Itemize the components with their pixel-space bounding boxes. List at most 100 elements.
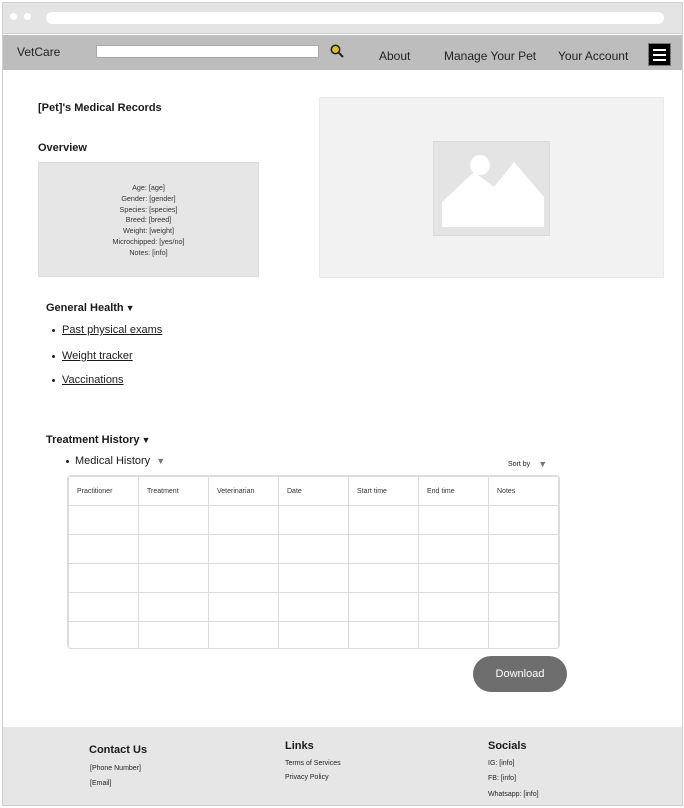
general-health-label: General Health [46, 302, 124, 314]
window-dot-icon [24, 13, 31, 20]
treatment-history-label: Treatment History [46, 434, 140, 446]
table-cell [68, 592, 139, 622]
general-health-heading[interactable]: General Health ▼ [46, 302, 135, 314]
window-dot-icon [10, 13, 17, 20]
table-cell [138, 592, 209, 622]
nav-link-manage-pet[interactable]: Manage Your Pet [444, 49, 536, 63]
table-cell [348, 563, 419, 593]
page-title: [Pet]'s Medical Records [38, 102, 162, 114]
column-header[interactable]: End time [418, 476, 489, 506]
medical-history-table: Practitioner Treatment Veterinarian Date… [67, 475, 560, 649]
table-cell [68, 563, 139, 593]
weight-tracker-link[interactable]: Weight tracker [62, 350, 133, 362]
table-cell [138, 621, 209, 648]
table-cell [208, 621, 279, 648]
table-cell [208, 592, 279, 622]
whatsapp-link[interactable]: Whatsapp: [info] [488, 791, 539, 798]
overview-gender: Gender: [gender] [121, 193, 176, 203]
table-cell [138, 505, 209, 535]
footer-email[interactable]: [Email] [90, 780, 111, 787]
triangle-down-icon: ▼ [125, 303, 135, 313]
column-header[interactable]: Start time [348, 476, 419, 506]
medical-history-label: Medical History [75, 455, 151, 467]
browser-window: VetCare About Manage Your Pet Your Accou… [2, 2, 683, 806]
table-cell [208, 534, 279, 564]
table-cell [278, 505, 349, 535]
facebook-link[interactable]: FB: [info] [488, 775, 516, 782]
overview-species: Species: [species] [119, 204, 178, 214]
medical-history-dropdown[interactable]: Medical History ▼ [66, 455, 165, 467]
image-placeholder-icon [433, 141, 550, 236]
table-cell [68, 621, 139, 648]
table-cell [348, 505, 419, 535]
table-cell [488, 621, 559, 648]
browser-chrome [3, 3, 682, 34]
table-cell [208, 505, 279, 535]
table-cell [278, 592, 349, 622]
table-cell [418, 505, 489, 535]
table-cell [138, 563, 209, 593]
nav-link-account[interactable]: Your Account [558, 49, 628, 63]
navbar: VetCare About Manage Your Pet Your Accou… [3, 35, 682, 70]
search-input[interactable] [96, 45, 319, 58]
table-row[interactable] [68, 621, 559, 648]
list-item: Weight tracker [52, 350, 133, 362]
footer-phone[interactable]: [Phone Number] [90, 765, 141, 772]
footer: Contact Us [Phone Number] [Email] Links … [3, 727, 682, 805]
past-physical-exams-link[interactable]: Past physical exams [62, 324, 162, 336]
pet-photo-panel [319, 97, 664, 278]
table-cell [348, 534, 419, 564]
table-cell [208, 563, 279, 593]
table-cell [348, 592, 419, 622]
nav-link-about[interactable]: About [379, 49, 410, 63]
table-row[interactable] [68, 534, 559, 564]
sort-by-dropdown[interactable]: Sort by ▼ [508, 459, 547, 469]
table-row[interactable] [68, 592, 559, 622]
triangle-down-icon: ▼ [156, 456, 166, 466]
table-cell [68, 534, 139, 564]
table-cell [488, 563, 559, 593]
table-cell [348, 621, 419, 648]
triangle-down-icon: ▼ [538, 459, 548, 469]
list-item: Past physical exams [52, 324, 162, 336]
column-header[interactable]: Date [278, 476, 349, 506]
overview-microchipped: Microchipped: [yes/no] [112, 236, 185, 246]
footer-links-heading: Links [285, 740, 314, 752]
terms-of-service-link[interactable]: Terms of Services [285, 760, 341, 767]
table-cell [68, 505, 139, 535]
table-cell [278, 563, 349, 593]
overview-card: Age: [age] Gender: [gender] Species: [sp… [38, 162, 259, 277]
table-cell [488, 534, 559, 564]
download-button[interactable]: Download [473, 656, 567, 692]
table-row[interactable] [68, 505, 559, 535]
table-header-row: Practitioner Treatment Veterinarian Date… [68, 476, 559, 506]
brand-logo[interactable]: VetCare [17, 45, 60, 59]
footer-socials-heading: Socials [488, 740, 527, 752]
treatment-history-heading[interactable]: Treatment History ▼ [46, 434, 150, 446]
menu-icon[interactable] [648, 43, 671, 66]
list-item: Vaccinations [52, 374, 124, 386]
footer-contact-heading: Contact Us [89, 744, 148, 756]
column-header[interactable]: Veterinarian [208, 476, 279, 506]
column-header[interactable]: Notes [488, 476, 559, 506]
search-icon[interactable] [329, 43, 345, 59]
column-header[interactable]: Practitioner [68, 476, 139, 506]
instagram-link[interactable]: IG: [info] [488, 760, 514, 767]
table-cell [138, 534, 209, 564]
address-bar[interactable] [46, 12, 664, 24]
overview-weight: Weight: [weight] [122, 226, 174, 236]
vaccinations-link[interactable]: Vaccinations [62, 374, 124, 386]
table-cell [278, 534, 349, 564]
overview-heading: Overview [38, 142, 87, 154]
table-cell [488, 592, 559, 622]
overview-notes: Notes: [info] [129, 247, 168, 257]
table-row[interactable] [68, 563, 559, 593]
triangle-down-icon: ▼ [141, 435, 151, 445]
table-cell [488, 505, 559, 535]
sort-by-label: Sort by [508, 461, 531, 468]
table-cell [278, 621, 349, 648]
overview-age: Age: [age] [132, 183, 165, 192]
column-header[interactable]: Treatment [138, 476, 209, 506]
privacy-policy-link[interactable]: Privacy Policy [285, 774, 329, 781]
overview-breed: Breed: [breed] [125, 215, 172, 225]
